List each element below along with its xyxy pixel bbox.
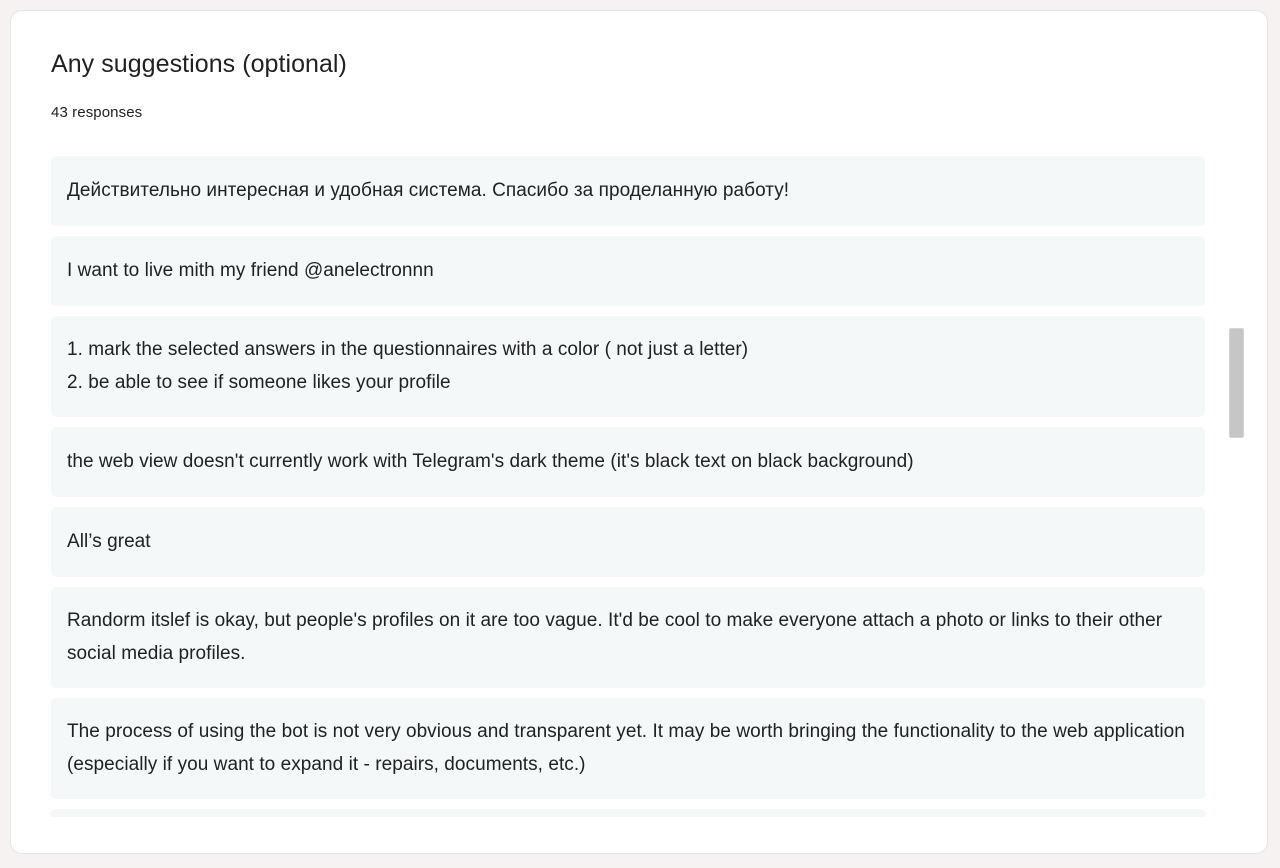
response-text: 1. mark the selected answers in the ques… xyxy=(67,339,749,393)
response-item: 1. mark the selected answers in the ques… xyxy=(51,316,1205,417)
response-text: The process of using the bot is not very… xyxy=(67,721,1185,775)
response-text: All’s great xyxy=(67,531,151,552)
response-text: Randorm itslef is okay, but people's pro… xyxy=(67,610,1163,664)
response-item: All’s great xyxy=(51,507,1205,577)
question-header: Any suggestions (optional) 43 responses xyxy=(11,11,1267,123)
response-count-label: 43 responses xyxy=(51,104,143,122)
scrollbar-track[interactable] xyxy=(1229,11,1245,853)
response-item: I want to live mith my friend @anelectro… xyxy=(51,236,1205,306)
response-card: Any suggestions (optional) 43 responses … xyxy=(10,10,1268,854)
page-title: Any suggestions (optional) xyxy=(51,50,347,78)
response-list: Действительно интересная и удобная систе… xyxy=(51,156,1206,854)
response-item: Randorm itslef is okay, but people's pro… xyxy=(51,587,1205,688)
response-item: the web view doesn't currently work with… xyxy=(51,427,1205,497)
response-item: The process of using the bot is not very… xyxy=(51,698,1205,799)
response-text: Add full form edit xyxy=(67,833,211,854)
response-item: Действительно интересная и удобная систе… xyxy=(51,156,1205,226)
response-text: I want to live mith my friend @anelectro… xyxy=(67,260,434,281)
response-text: Действительно интересная и удобная систе… xyxy=(67,180,790,201)
scrollbar-thumb[interactable] xyxy=(1229,328,1244,438)
response-text: the web view doesn't currently work with… xyxy=(67,451,914,472)
response-item: Add full form edit xyxy=(51,809,1205,854)
